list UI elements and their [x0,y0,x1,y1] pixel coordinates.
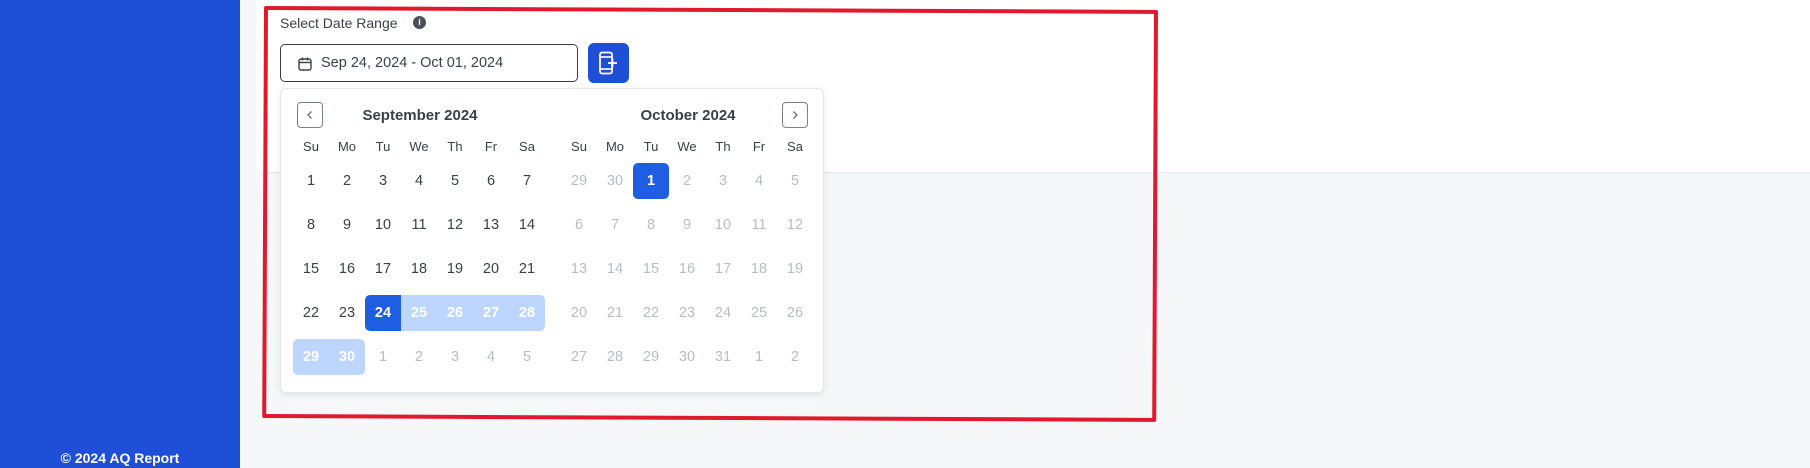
sidebar: © 2024 AQ Report [0,0,240,468]
sidebar-footer: © 2024 AQ Report [60,450,180,466]
annotation-highlight [262,6,1158,422]
